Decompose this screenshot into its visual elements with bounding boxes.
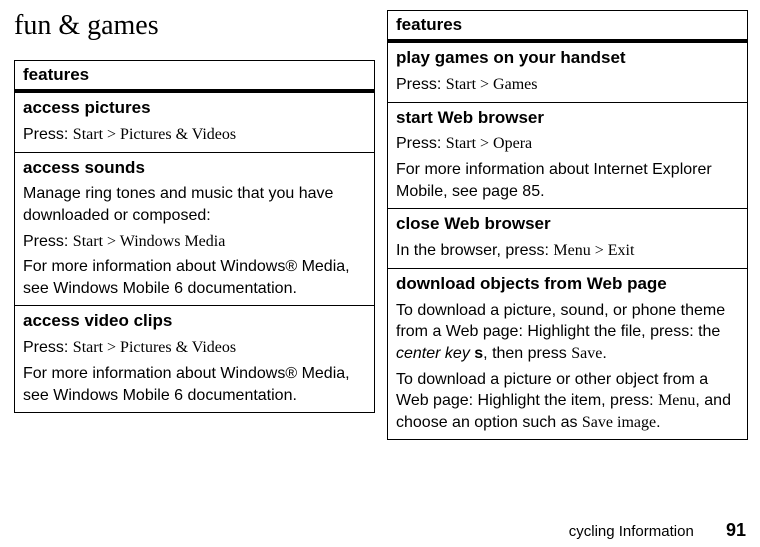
key-name: center key — [396, 345, 470, 362]
menu-path: Windows Media — [120, 233, 226, 250]
feature-name: close Web browser — [396, 213, 739, 236]
menu-path: Games — [493, 76, 537, 93]
feature-row: access sounds Manage ring tones and musi… — [15, 152, 374, 306]
table-header: features — [388, 11, 747, 42]
text: To download a picture, sound, or phone t… — [396, 302, 725, 341]
text: Press: — [396, 135, 446, 152]
menu-path: Menu — [658, 392, 695, 409]
menu-path: Start — [73, 233, 103, 250]
feature-text: In the browser, press: Menu > Exit — [396, 240, 739, 262]
right-column: features play games on your handset Pres… — [387, 60, 746, 440]
menu-path: Exit — [608, 242, 635, 259]
columns: features access pictures Press: Start > … — [14, 60, 746, 440]
text: Press: — [23, 126, 73, 143]
feature-row: access video clips Press: Start > Pictur… — [15, 305, 374, 412]
text: Press: — [23, 233, 73, 250]
feature-text: Press: Start > Pictures & Videos — [23, 337, 366, 359]
page-footer: cycling Information 91 — [569, 520, 746, 541]
menu-path: Opera — [493, 135, 532, 152]
feature-text: Press: Start > Pictures & Videos — [23, 124, 366, 146]
text: , then press — [483, 345, 571, 362]
menu-path: Start — [446, 135, 476, 152]
menu-sep: > — [103, 233, 120, 250]
menu-sep: > — [476, 76, 493, 93]
features-table-right: features play games on your handset Pres… — [387, 10, 748, 440]
menu-path: Save image — [582, 414, 656, 431]
feature-text: Press: Start > Windows Media — [23, 231, 366, 253]
feature-name: start Web browser — [396, 107, 739, 130]
table-header: features — [15, 61, 374, 92]
feature-text: For more information about Windows® Medi… — [23, 256, 366, 299]
text: Press: — [23, 339, 73, 356]
menu-path: Start — [446, 76, 476, 93]
text: . — [602, 345, 606, 362]
menu-sep: > — [103, 339, 120, 356]
feature-text: Press: Start > Opera — [396, 133, 739, 155]
feature-row: download objects from Web page To downlo… — [388, 268, 747, 440]
feature-row: close Web browser In the browser, press:… — [388, 208, 747, 268]
page-number: 91 — [726, 520, 746, 540]
menu-sep: > — [103, 126, 120, 143]
menu-path: Menu — [553, 242, 590, 259]
menu-sep: > — [591, 242, 608, 259]
text: . — [656, 414, 660, 431]
feature-name: access video clips — [23, 310, 366, 333]
footer-text: cycling Information — [569, 523, 694, 540]
left-column: features access pictures Press: Start > … — [14, 60, 373, 413]
feature-row: play games on your handset Press: Start … — [388, 42, 747, 102]
feature-row: start Web browser Press: Start > Opera F… — [388, 102, 747, 209]
menu-path: Pictures & Videos — [120, 126, 236, 143]
feature-text: Press: Start > Games — [396, 74, 739, 96]
center-key-icon: s — [474, 345, 483, 362]
menu-sep: > — [476, 135, 493, 152]
feature-name: access pictures — [23, 97, 366, 120]
feature-text: To download a picture or other object fr… — [396, 369, 739, 434]
feature-text: For more information about Internet Expl… — [396, 159, 739, 202]
text: Press: — [396, 76, 446, 93]
menu-path: Start — [73, 126, 103, 143]
feature-row: access pictures Press: Start > Pictures … — [15, 92, 374, 152]
menu-path: Pictures & Videos — [120, 339, 236, 356]
feature-name: download objects from Web page — [396, 273, 739, 296]
feature-text: To download a picture, sound, or phone t… — [396, 300, 739, 365]
feature-name: access sounds — [23, 157, 366, 180]
text: In the browser, press: — [396, 242, 553, 259]
feature-name: play games on your handset — [396, 47, 739, 70]
menu-path: Start — [73, 339, 103, 356]
feature-text: For more information about Windows® Medi… — [23, 363, 366, 406]
feature-text: Manage ring tones and music that you hav… — [23, 183, 366, 226]
menu-path: Save — [571, 345, 602, 362]
features-table-left: features access pictures Press: Start > … — [14, 60, 375, 413]
